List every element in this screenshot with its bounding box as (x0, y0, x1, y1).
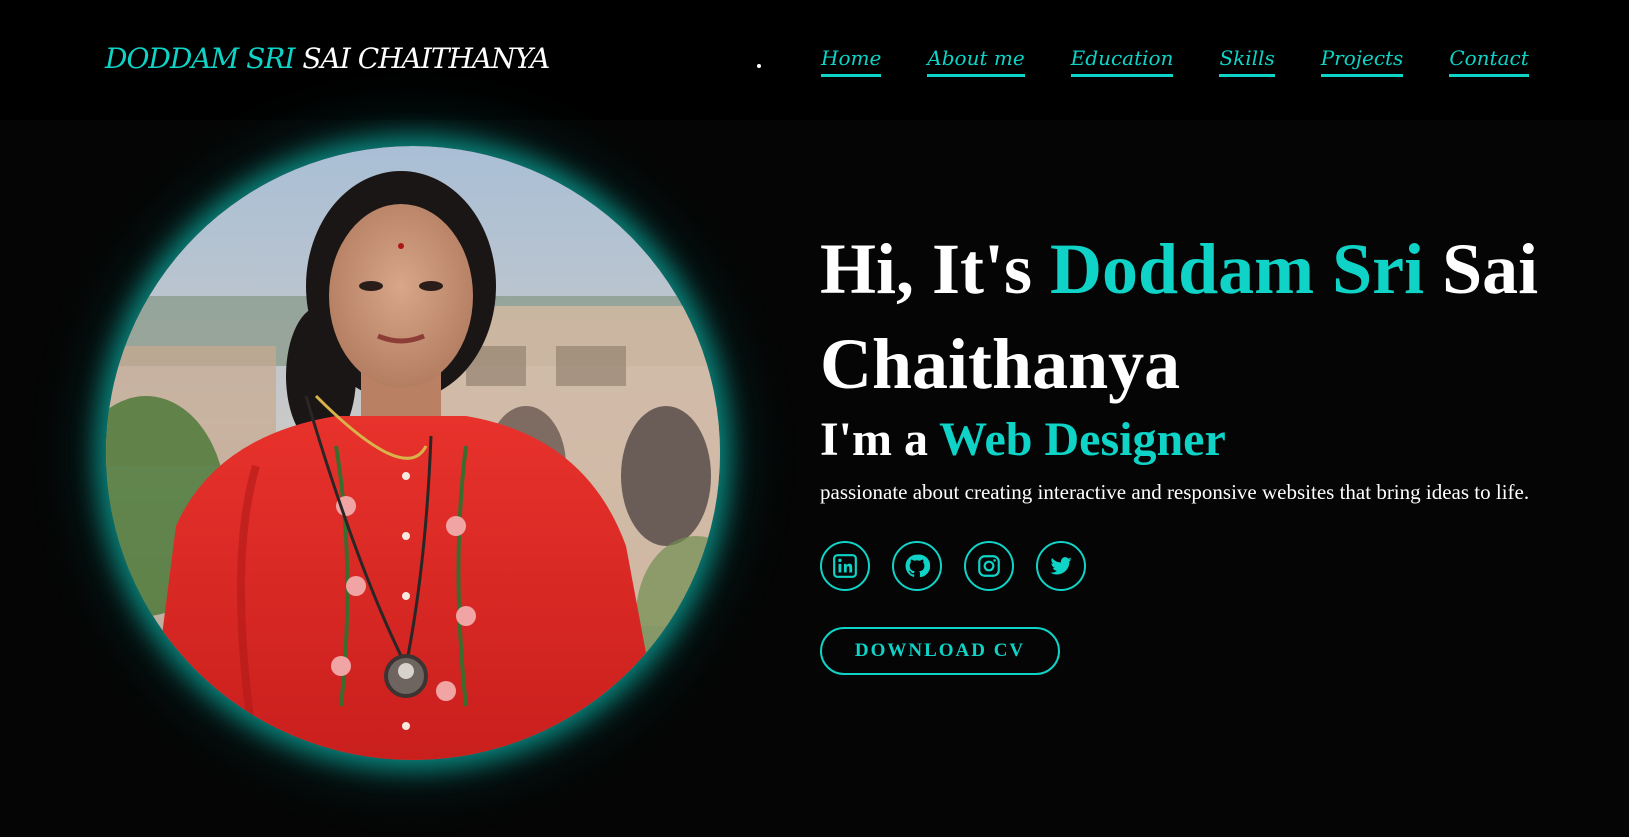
hero-greeting: Hi, It's (820, 229, 1033, 309)
logo-first: DODDAM SRI (105, 42, 295, 75)
instagram-icon (978, 555, 1000, 577)
nav-education[interactable]: Education (1070, 46, 1174, 77)
social-links (820, 541, 1620, 591)
hero-role-prefix: I'm a (820, 413, 928, 466)
linkedin-link[interactable] (820, 541, 870, 591)
hero-tagline: passionate about creating interactive an… (820, 480, 1530, 504)
hero-title: Hi, It's Doddam Sri Sai Chaithanya (820, 222, 1620, 412)
hero-role: I'm a Web Designer (820, 412, 1620, 468)
profile-photo (106, 146, 720, 760)
nav-about-me[interactable]: About me (927, 46, 1025, 77)
nav-projects[interactable]: Projects (1320, 46, 1404, 77)
github-link[interactable] (892, 541, 942, 591)
twitter-icon (1050, 557, 1072, 575)
profile-photo-image (106, 146, 720, 760)
site-logo[interactable]: DODDAM SRI SAI CHAITHANYA (105, 42, 550, 75)
instagram-link[interactable] (964, 541, 1014, 591)
main-nav: Home About me Education Skills Projects … (821, 46, 1529, 77)
dot-decoration (757, 64, 761, 68)
logo-second: SAI CHAITHANYA (302, 42, 550, 75)
hero-role-title: Web Designer (939, 413, 1226, 466)
download-cv-button[interactable]: DOWNLOAD CV (820, 627, 1060, 675)
hero-section: Hi, It's Doddam Sri Sai Chaithanya I'm a… (820, 222, 1620, 675)
page: DODDAM SRI SAI CHAITHANYA Home About me … (0, 0, 1629, 837)
site-header: DODDAM SRI SAI CHAITHANYA Home About me … (0, 0, 1629, 120)
linkedin-icon (833, 554, 857, 578)
hero-name-accent: Doddam Sri (1050, 229, 1425, 309)
nav-home[interactable]: Home (821, 46, 882, 77)
github-icon (905, 554, 930, 578)
nav-skills[interactable]: Skills (1219, 46, 1275, 77)
nav-contact[interactable]: Contact (1449, 46, 1529, 77)
twitter-link[interactable] (1036, 541, 1086, 591)
